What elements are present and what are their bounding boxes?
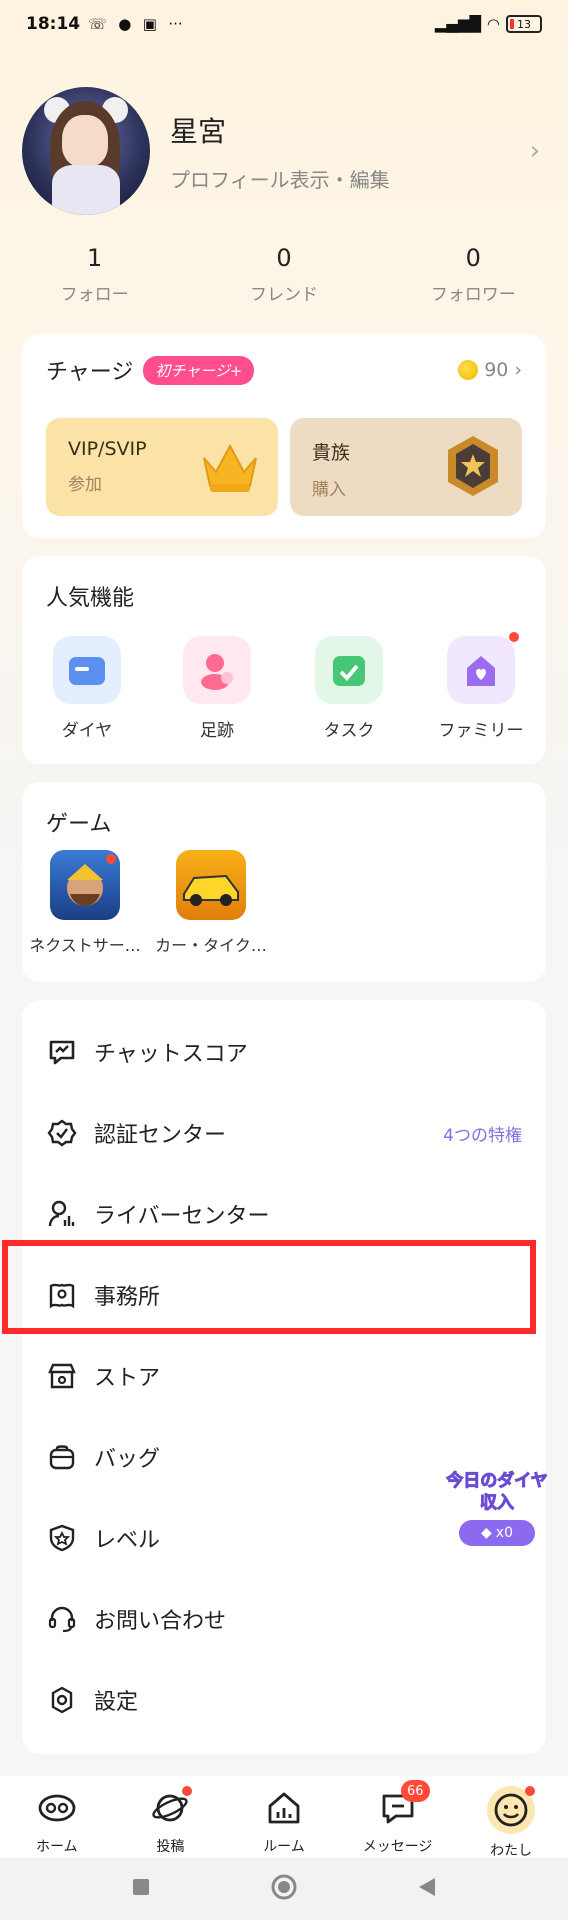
bag-icon xyxy=(46,1441,78,1473)
menu-store[interactable]: ストア xyxy=(46,1336,522,1416)
footprint-icon xyxy=(183,636,251,704)
notification-dot xyxy=(525,1786,536,1796)
app-notification-icon: ▣ xyxy=(142,15,157,33)
avatar[interactable] xyxy=(22,87,150,215)
verified-badge-icon xyxy=(46,1117,78,1149)
noble-medal-icon xyxy=(448,436,498,496)
chevron-right-icon: › xyxy=(514,359,522,381)
game-car-icon xyxy=(176,850,246,920)
feature-family[interactable]: ファミリー xyxy=(426,632,536,741)
highlight-box xyxy=(2,1240,536,1334)
menu-card: チャットスコア 認証センター 4つの特権 ライバーセンター 事務所 ストア バッ… xyxy=(22,1000,546,1754)
signal-icon: ▂▄▆█ xyxy=(434,15,481,33)
tab-room[interactable]: ルーム xyxy=(227,1776,341,1858)
privileges-count: 4つの特権 xyxy=(443,1125,522,1146)
status-bar: 18:14 ☏ ● ▣ ··· ▂▄▆█ ◠ 13 xyxy=(0,0,568,48)
charge-card: チャージ 初チャージ+ 90 › VIP/SVIP 参加 貴族 購入 xyxy=(22,334,546,538)
menu-chat-score[interactable]: チャットスコア xyxy=(46,1012,522,1092)
wallet-icon xyxy=(53,636,121,704)
feature-diamond[interactable]: ダイヤ xyxy=(32,636,142,741)
bottom-tab-bar: ホーム 投稿 ルーム 66 メッセージ わたし xyxy=(0,1776,568,1859)
charge-title: チャージ xyxy=(46,360,134,385)
popular-features-card: 人気機能 ダイヤ 足跡 タスク ファミリー xyxy=(22,556,546,764)
status-time: 18:14 xyxy=(26,14,81,34)
notification-dot xyxy=(509,632,519,642)
unread-badge: 66 xyxy=(401,1780,430,1802)
followers-count[interactable]: 0 フォロワー xyxy=(379,244,568,305)
calendar-check-icon xyxy=(315,636,383,704)
level-shield-icon xyxy=(46,1522,78,1554)
streamer-icon xyxy=(46,1198,78,1230)
tab-posts[interactable]: 投稿 xyxy=(114,1776,228,1858)
profile-name: 星宮 xyxy=(170,114,227,148)
home-icon xyxy=(35,1786,79,1830)
wifi-icon: ◠ xyxy=(486,15,500,33)
tab-me[interactable]: わたし xyxy=(454,1776,568,1859)
notification-dot xyxy=(182,1786,193,1796)
coin-icon xyxy=(458,360,479,380)
section-title: 人気機能 xyxy=(46,586,135,611)
noble-tile[interactable]: 貴族 購入 xyxy=(290,418,522,516)
game-item-next-survivor[interactable]: ネクストサー… xyxy=(22,850,148,956)
game-item-car-tycoon[interactable]: カー・タイク… xyxy=(148,850,274,956)
game-king-icon xyxy=(50,850,120,920)
tab-home[interactable]: ホーム xyxy=(0,1776,114,1858)
follow-counts: 1 フォロー 0 フレンド 0 フォロワー xyxy=(0,244,568,305)
battery-icon: 13 xyxy=(506,15,542,33)
store-icon xyxy=(46,1360,78,1392)
room-icon xyxy=(262,1786,306,1830)
daily-diamond-income-widget[interactable]: 今日のダイヤ収入 ◆ x0 xyxy=(442,1470,552,1546)
headset-icon xyxy=(46,1603,78,1635)
games-card: ゲーム ネクストサー… カー・タイク… xyxy=(22,782,546,982)
tab-messages[interactable]: 66 メッセージ xyxy=(341,1776,455,1858)
crown-icon xyxy=(203,443,257,492)
settings-gear-icon xyxy=(46,1684,78,1716)
home-button[interactable] xyxy=(271,1874,297,1904)
diamond-icon: ◆ xyxy=(481,1525,492,1541)
chat-notification-icon: ● xyxy=(118,15,132,33)
more-notifications-icon: ··· xyxy=(168,15,183,33)
chevron-right-icon[interactable]: › xyxy=(530,136,540,166)
vip-tile[interactable]: VIP/SVIP 参加 xyxy=(46,418,278,516)
missed-call-icon: ☏ xyxy=(88,15,107,33)
following-count[interactable]: 1 フォロー xyxy=(0,244,189,305)
feature-task[interactable]: タスク xyxy=(294,636,404,741)
family-house-icon xyxy=(447,632,519,704)
menu-contact[interactable]: お問い合わせ xyxy=(46,1579,522,1659)
friends-count[interactable]: 0 フレンド xyxy=(189,244,378,305)
planet-icon xyxy=(148,1786,193,1830)
me-face-icon xyxy=(487,1786,536,1834)
notification-dot xyxy=(106,854,116,864)
recents-button[interactable] xyxy=(131,1877,151,1901)
back-button[interactable] xyxy=(417,1876,437,1902)
system-nav-bar xyxy=(0,1858,568,1920)
coin-balance[interactable]: 90 › xyxy=(458,359,522,381)
section-title: ゲーム xyxy=(46,812,112,837)
feature-footprint[interactable]: 足跡 xyxy=(162,636,272,741)
chat-score-icon xyxy=(46,1036,78,1068)
profile-header[interactable]: 星宮 プロフィール表示・編集 › xyxy=(22,86,546,216)
message-icon: 66 xyxy=(376,1780,430,1830)
profile-edit-link[interactable]: プロフィール表示・編集 xyxy=(170,164,390,193)
first-charge-badge[interactable]: 初チャージ+ xyxy=(143,355,255,385)
menu-settings[interactable]: 設定 xyxy=(46,1660,522,1740)
menu-verification-center[interactable]: 認証センター 4つの特権 xyxy=(46,1093,522,1173)
